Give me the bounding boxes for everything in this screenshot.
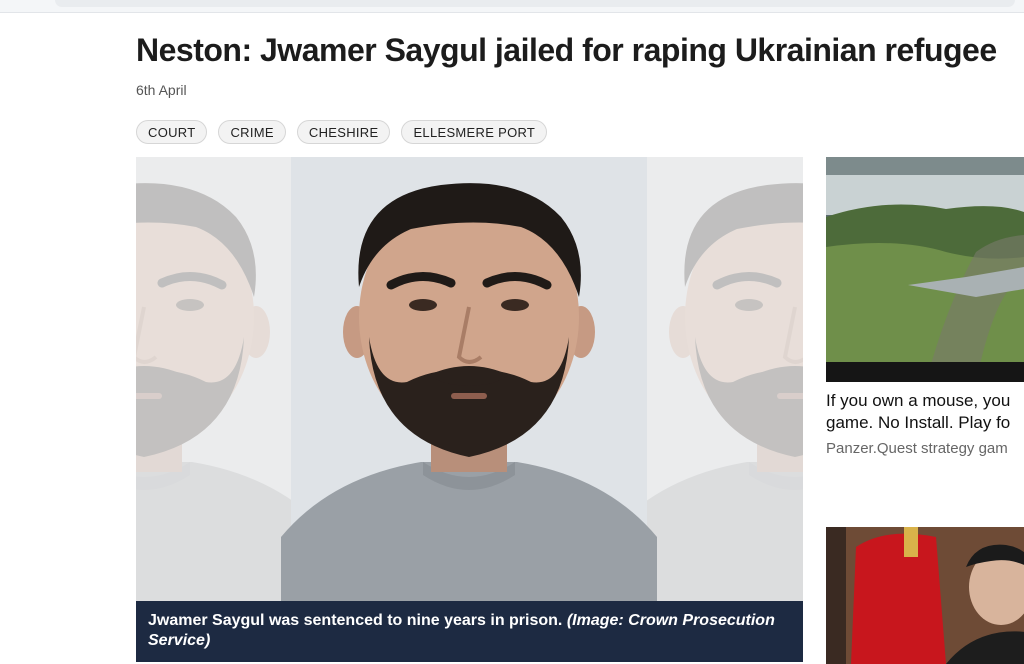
image-caption: Jwamer Saygul was sentenced to nine year… [136,601,803,662]
caption-text: Jwamer Saygul was sentenced to nine year… [148,612,563,629]
sidebar-ad-title[interactable]: If you own a mouse, you game. No Install… [826,390,1024,434]
tag-ellesmere-port[interactable]: ELLESMERE PORT [401,120,548,144]
tag-list: COURT CRIME CHESHIRE ELLESMERE PORT [136,120,548,144]
ad-title-line-1: If you own a mouse, you [826,391,1011,410]
tag-court[interactable]: COURT [136,120,208,144]
ad-title-line-2: game. No Install. Play fo [826,413,1011,432]
sidebar-ad-image[interactable] [826,157,1024,382]
game-ad-photo [826,157,1024,382]
sidebar-story-image[interactable] [826,527,1024,664]
article-headline: Neston: Jwamer Saygul jailed for raping … [136,32,997,68]
mugshot-photo [136,157,803,662]
tag-crime[interactable]: CRIME [218,120,286,144]
story-photo [826,527,1024,664]
tag-cheshire[interactable]: CHESHIRE [296,120,391,144]
address-bar[interactable] [55,0,1015,7]
browser-top-bar [0,0,1024,13]
sidebar-ad-source[interactable]: Panzer.Quest strategy gam [826,440,1024,457]
article-date: 6th April [136,82,187,98]
hero-image[interactable] [136,157,803,662]
